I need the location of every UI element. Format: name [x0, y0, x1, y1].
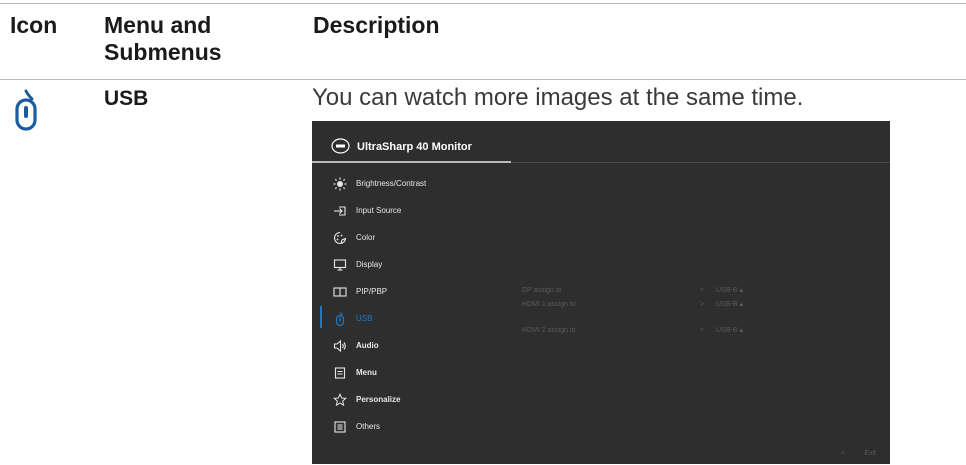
table-header-rule [0, 79, 966, 80]
osd-menu-audio[interactable]: Audio [312, 334, 511, 360]
usb-mouse-icon [15, 89, 37, 131]
osd-option-hdmi1-assign[interactable]: HDMI 1 assign to > USB-B 🔒︎ [522, 301, 882, 317]
osd-menu-label: PIP/PBP [356, 287, 388, 296]
osd-title: UltraSharp 40 Monitor [357, 141, 472, 153]
header-description: Description [313, 12, 440, 38]
osd-menu-label: Menu [356, 368, 377, 377]
option-value: USB-B 🔒︎ [716, 301, 744, 308]
lock-icon: 🔒︎ [739, 327, 744, 334]
brightness-icon [333, 177, 347, 191]
audio-icon [333, 339, 346, 353]
osd-exit-button[interactable]: Exit [864, 450, 876, 457]
option-value: USB-B 🔒︎ [716, 327, 744, 334]
osd-menu-brightness-contrast[interactable]: Brightness/Contrast [312, 172, 511, 198]
dell-logo-icon [331, 138, 350, 154]
osd-menu-input-source[interactable]: Input Source [312, 199, 511, 225]
input-source-icon [334, 206, 346, 216]
osd-menu-pip-pbp[interactable]: PIP/PBP [312, 280, 511, 306]
display-icon [333, 259, 347, 271]
osd-menu-others[interactable]: Others [312, 415, 511, 441]
header-icon: Icon [10, 12, 58, 38]
osd-menu-display[interactable]: Display [312, 253, 511, 279]
osd-header-rule-highlight [312, 161, 511, 163]
osd-menu-label: Input Source [356, 206, 402, 215]
usb-icon [335, 312, 345, 326]
osd-screenshot: UltraSharp 40 Monitor Brightness/Contras… [312, 121, 890, 464]
osd-menu-label: Brightness/Contrast [356, 179, 427, 188]
osd-menu-color[interactable]: Color [312, 226, 511, 252]
lock-icon: 🔒︎ [739, 301, 744, 308]
osd-menu-label: USB [356, 314, 373, 323]
table-top-rule [0, 3, 966, 4]
osd-menu-label: Personalize [356, 395, 401, 404]
chevron-right-icon: > [700, 287, 705, 294]
header-menu-submenus: Menu and Submenus [104, 12, 222, 65]
chevron-right-icon: > [700, 301, 705, 308]
pip-pbp-icon [333, 287, 347, 297]
chevron-left-icon: < [840, 450, 845, 457]
menu-icon [334, 367, 346, 379]
others-icon [334, 421, 346, 433]
osd-menu-label: Display [356, 260, 383, 269]
row-menu-name: USB [104, 87, 149, 110]
osd-option-hdmi2-assign[interactable]: HDMI 2 assign to > USB-B 🔒︎ [522, 327, 882, 343]
osd-menu-label: Color [356, 233, 376, 242]
osd-menu-usb[interactable]: USB [312, 307, 511, 333]
osd-menu-label: Others [356, 422, 381, 431]
row-description: You can watch more images at the same ti… [312, 84, 804, 111]
option-name: HDMI 2 assign to [522, 327, 576, 334]
osd-menu-personalize[interactable]: Personalize [312, 388, 511, 414]
osd-menu-menu[interactable]: Menu [312, 361, 511, 387]
osd-menu-label: Audio [356, 341, 379, 350]
option-name: DP assign to [522, 287, 562, 294]
star-icon [333, 393, 347, 407]
option-name: HDMI 1 assign to [522, 301, 576, 308]
lock-icon: 🔒︎ [739, 287, 744, 294]
option-value: USB-B 🔒︎ [716, 287, 744, 294]
chevron-right-icon: > [700, 327, 705, 334]
color-icon [333, 231, 347, 245]
